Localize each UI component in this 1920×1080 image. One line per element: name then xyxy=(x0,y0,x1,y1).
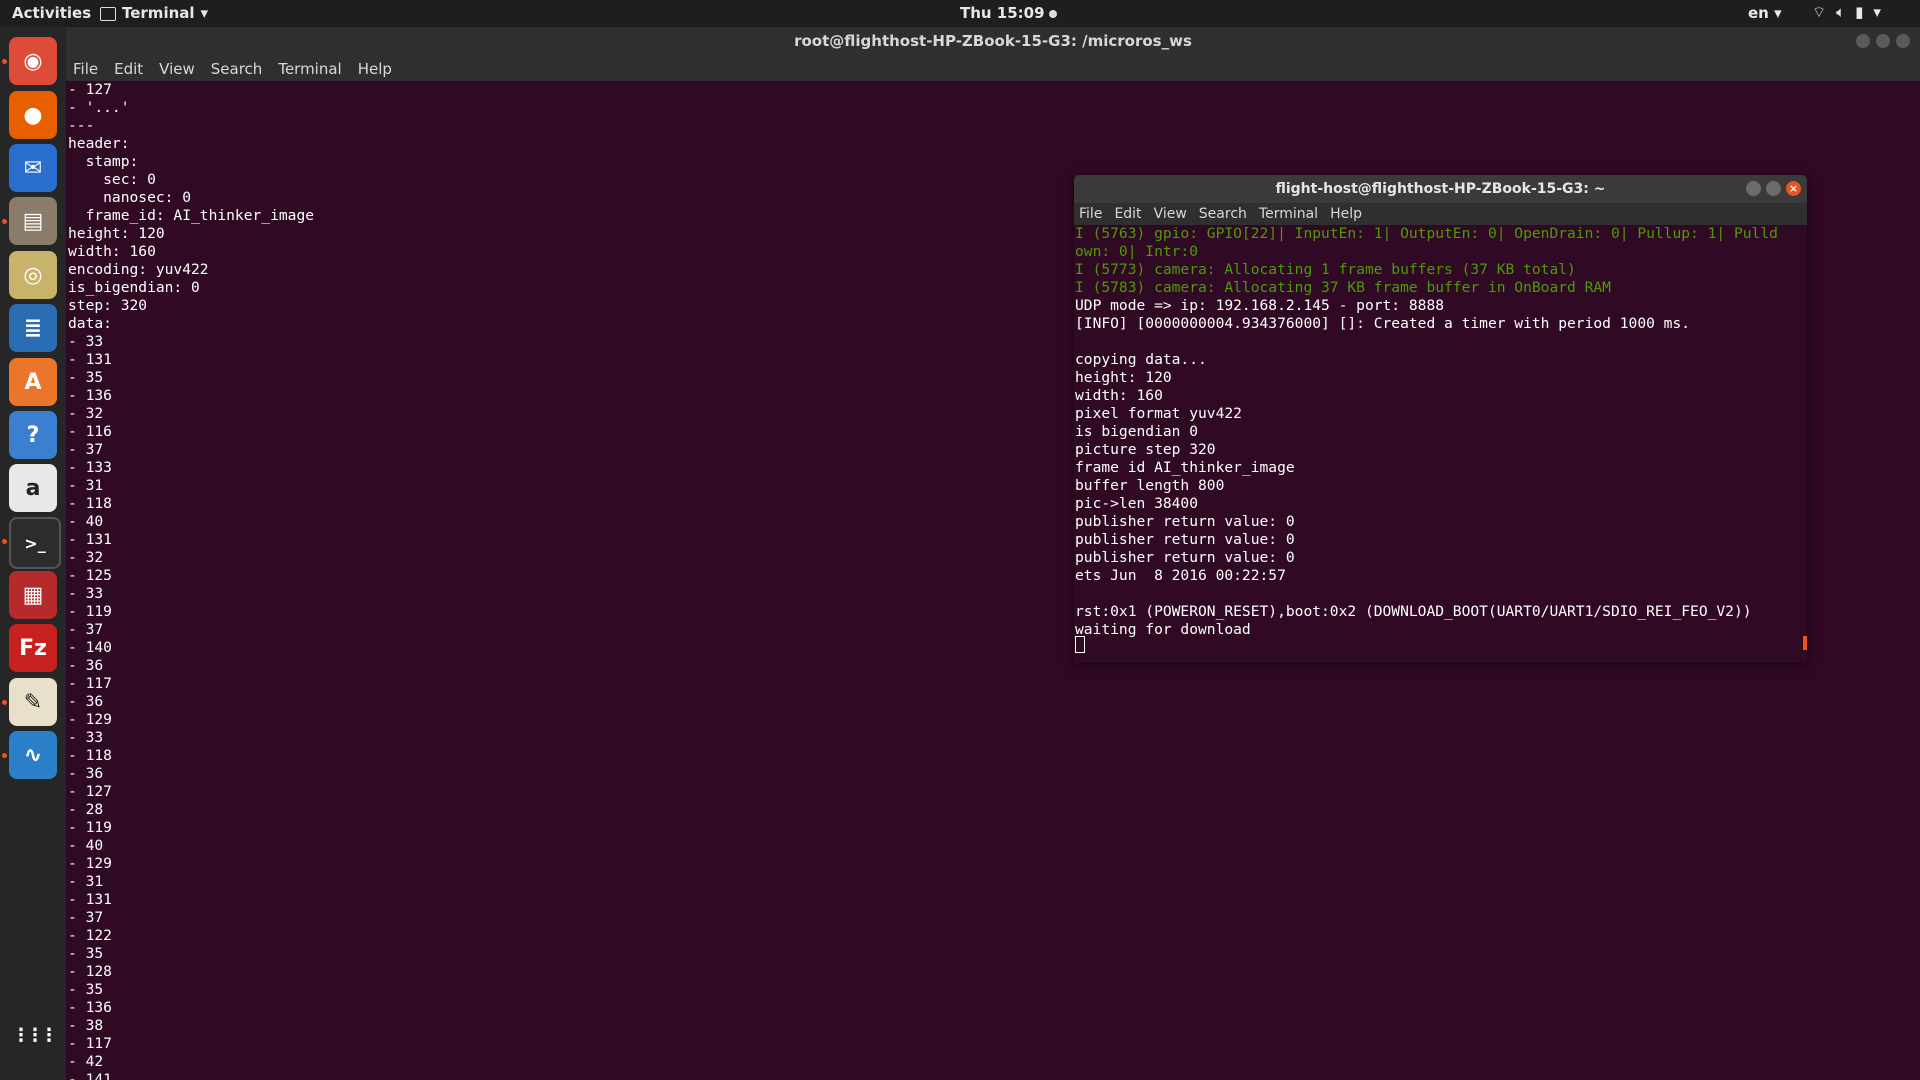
minimize-icon[interactable] xyxy=(1856,34,1870,48)
second-menu-terminal[interactable]: Terminal xyxy=(1259,206,1318,222)
main-terminal-menubar: File Edit View Search Terminal Help xyxy=(66,57,1920,81)
second-menu-search[interactable]: Search xyxy=(1199,206,1247,222)
terminal-icon[interactable]: >_ xyxy=(9,517,61,569)
terminal-icon xyxy=(100,7,116,21)
window-title: root@flighthost-HP-ZBook-15-G3: /microro… xyxy=(794,32,1192,50)
output-line: rst:0x1 (POWERON_RESET),boot:0x2 (DOWNLO… xyxy=(1075,603,1752,620)
output-line: UDP mode => ip: 192.168.2.145 - port: 88… xyxy=(1075,297,1445,314)
main-menu-terminal[interactable]: Terminal xyxy=(278,60,341,78)
second-menu-edit[interactable]: Edit xyxy=(1114,206,1141,222)
main-menu-help[interactable]: Help xyxy=(358,60,392,78)
clock[interactable]: Thu 15:09 xyxy=(960,4,1057,22)
main-terminal-titlebar[interactable]: root@flighthost-HP-ZBook-15-G3: /microro… xyxy=(66,27,1920,57)
output-line: picture step 320 xyxy=(1075,441,1216,458)
app-menu-label: Terminal xyxy=(122,4,195,22)
text-editor-icon[interactable]: ✎ xyxy=(9,678,57,726)
second-terminal-titlebar[interactable]: flight-host@flighthost-HP-ZBook-15-G3: ~… xyxy=(1074,175,1807,203)
minimize-icon[interactable] xyxy=(1746,181,1761,196)
battery-icon: ▮ xyxy=(1855,3,1864,21)
second-menu-view[interactable]: View xyxy=(1154,206,1187,222)
output-line: I (5783) camera: Allocating 37 KB frame … xyxy=(1075,279,1611,296)
dock: ◉ ● ✉ ▤ ◎ ≣ A? a >_ ▦ Fz ✎ ∿ ⋮⋮⋮ xyxy=(0,27,66,1080)
running-indicator-icon xyxy=(2,539,7,544)
top-bar: Activities Terminal ▾ Thu 15:09 en ▾ ⌔ 🔈… xyxy=(0,0,1920,27)
remote-desktop-icon[interactable]: ▦ xyxy=(9,571,57,619)
running-indicator-icon xyxy=(2,59,7,64)
amazon-icon[interactable]: a xyxy=(9,464,57,512)
chrome-icon[interactable]: ◉ xyxy=(9,37,57,85)
output-line: width: 160 xyxy=(1075,387,1163,404)
running-indicator-icon xyxy=(2,219,7,224)
output-line: is bigendian 0 xyxy=(1075,423,1199,440)
firefox-icon[interactable]: ● xyxy=(9,91,57,139)
scrollbar-thumb[interactable] xyxy=(1803,636,1807,650)
output-line: [INFO] [0000000004.934376000] []: Create… xyxy=(1075,315,1691,332)
system-tray[interactable]: ⌔ 🔈︎ ▮ ▾ xyxy=(1812,3,1881,22)
output-line: publisher return value: 0 xyxy=(1075,513,1295,530)
writer-icon[interactable]: ≣ xyxy=(9,304,57,352)
second-terminal-menubar: File Edit View Search Terminal Help xyxy=(1074,203,1807,225)
output-line: I (5763) gpio: GPIO[22]| InputEn: 1| Out… xyxy=(1075,225,1778,242)
chevron-down-icon: ▾ xyxy=(200,4,209,22)
software-center-icon[interactable]: A xyxy=(9,358,57,406)
output-line: publisher return value: 0 xyxy=(1075,531,1295,548)
wifi-icon: ⌔ xyxy=(1812,3,1827,21)
show-applications-icon[interactable]: ⋮⋮⋮ xyxy=(9,1011,58,1059)
activities-button[interactable]: Activities xyxy=(12,4,91,22)
running-indicator-icon xyxy=(2,753,7,758)
filezilla-icon[interactable]: Fz xyxy=(9,624,57,672)
maximize-icon[interactable] xyxy=(1766,181,1781,196)
close-icon[interactable]: × xyxy=(1786,181,1801,196)
main-menu-view[interactable]: View xyxy=(159,60,195,78)
app-menu[interactable]: Terminal ▾ xyxy=(100,4,208,22)
second-terminal-window[interactable]: flight-host@flighthost-HP-ZBook-15-G3: ~… xyxy=(1074,175,1807,663)
output-line: frame id AI_thinker_image xyxy=(1075,459,1295,476)
running-indicator-icon xyxy=(2,700,7,705)
main-menu-search[interactable]: Search xyxy=(211,60,263,78)
output-line: pic->len 38400 xyxy=(1075,495,1199,512)
output-line: height: 120 xyxy=(1075,369,1172,386)
language-label: en xyxy=(1748,4,1769,22)
notification-dot-icon xyxy=(1048,9,1057,18)
output-line: own: 0| Intr:0 xyxy=(1075,243,1199,260)
output-line: waiting for download xyxy=(1075,621,1251,638)
clock-label: Thu 15:09 xyxy=(960,4,1045,22)
help-icon[interactable]: ? xyxy=(9,411,57,459)
output-line: publisher return value: 0 xyxy=(1075,549,1295,566)
rhythmbox-icon[interactable]: ◎ xyxy=(9,251,57,299)
output-line: I (5773) camera: Allocating 1 frame buff… xyxy=(1075,261,1576,278)
close-icon[interactable] xyxy=(1896,34,1910,48)
output-line: pixel format yuv422 xyxy=(1075,405,1242,422)
window-title: flight-host@flighthost-HP-ZBook-15-G3: ~ xyxy=(1275,181,1606,197)
output-line: buffer length 800 xyxy=(1075,477,1225,494)
main-menu-file[interactable]: File xyxy=(73,60,98,78)
language-selector[interactable]: en ▾ xyxy=(1748,4,1782,22)
main-menu-edit[interactable]: Edit xyxy=(114,60,143,78)
system-monitor-icon[interactable]: ∿ xyxy=(9,731,57,779)
second-menu-file[interactable]: File xyxy=(1079,206,1102,222)
output-line: copying data... xyxy=(1075,351,1207,368)
maximize-icon[interactable] xyxy=(1876,34,1890,48)
output-line: ets Jun 8 2016 00:22:57 xyxy=(1075,567,1286,584)
second-menu-help[interactable]: Help xyxy=(1330,206,1362,222)
text-cursor xyxy=(1075,636,1085,653)
thunderbird-icon[interactable]: ✉ xyxy=(9,144,57,192)
volume-icon: 🔈︎ xyxy=(1836,3,1846,21)
files-icon[interactable]: ▤ xyxy=(9,197,57,245)
chevron-down-icon: ▾ xyxy=(1873,3,1881,21)
second-terminal-output[interactable]: I (5763) gpio: GPIO[22]| InputEn: 1| Out… xyxy=(1074,225,1807,663)
